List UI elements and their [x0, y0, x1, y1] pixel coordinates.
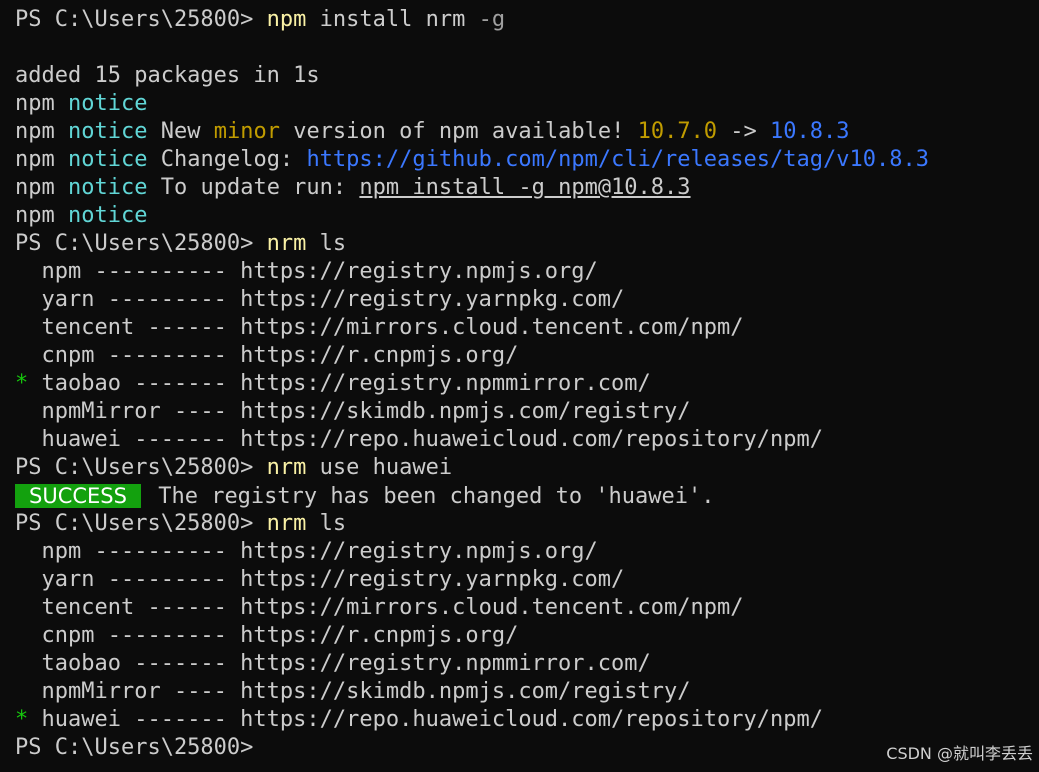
terminal-line-notice: npm notice — [15, 202, 1039, 230]
registry-entry: huawei ------- https://repo.huaweicloud.… — [28, 427, 823, 452]
current-marker — [15, 399, 28, 424]
current-marker — [15, 679, 28, 704]
terminal-line-success: SUCCESS The registry has been changed to… — [15, 482, 1039, 510]
notice-new-text: New — [147, 119, 214, 144]
terminal-output[interactable]: PS C:\Users\25800> npm install nrm -g ad… — [15, 6, 1039, 772]
current-marker — [15, 427, 28, 452]
registry-row: npm ---------- https://registry.npmjs.or… — [15, 538, 1039, 566]
current-marker — [15, 343, 28, 368]
npm-label: npm — [15, 119, 55, 144]
notice-label: notice — [68, 119, 148, 144]
current-marker — [15, 315, 28, 340]
current-marker: * — [15, 707, 29, 732]
update-label: To update run: — [147, 175, 360, 200]
current-marker — [15, 651, 28, 676]
registry-entry: cnpm --------- https://r.cnpmjs.org/ — [28, 343, 519, 368]
success-badge: SUCCESS — [15, 484, 141, 508]
registry-entry: tencent ------ https://mirrors.cloud.ten… — [28, 595, 744, 620]
npm-label: npm — [15, 175, 55, 200]
registry-row: npm ---------- https://registry.npmjs.or… — [15, 258, 1039, 286]
command-flag: -g — [465, 7, 506, 32]
new-version: 10.8.3 — [770, 119, 850, 144]
terminal-line-install: PS C:\Users\25800> npm install nrm -g — [15, 6, 1039, 34]
prompt: PS C:\Users\25800> — [15, 511, 254, 536]
command-args: ls — [306, 511, 347, 536]
registry-entry: huawei ------- https://repo.huaweicloud.… — [28, 707, 823, 732]
notice-label: notice — [68, 203, 148, 228]
prompt: PS C:\Users\25800> — [15, 735, 254, 760]
old-version: 10.7.0 — [637, 119, 718, 144]
registry-row: npmMirror ---- https://skimdb.npmjs.com/… — [15, 678, 1039, 706]
registry-entry: npmMirror ---- https://skimdb.npmjs.com/… — [28, 399, 691, 424]
registry-row: tencent ------ https://mirrors.cloud.ten… — [15, 314, 1039, 342]
current-marker — [15, 567, 28, 592]
registry-row: tencent ------ https://mirrors.cloud.ten… — [15, 594, 1039, 622]
terminal-line-nrm-ls: PS C:\Users\25800> nrm ls — [15, 510, 1039, 538]
npm-label: npm — [15, 203, 55, 228]
registry-row: yarn --------- https://registry.yarnpkg.… — [15, 286, 1039, 314]
registry-entry: yarn --------- https://registry.yarnpkg.… — [28, 287, 625, 312]
registry-entry: npmMirror ---- https://skimdb.npmjs.com/… — [28, 679, 691, 704]
current-marker — [15, 623, 28, 648]
registry-entry: tencent ------ https://mirrors.cloud.ten… — [28, 315, 744, 340]
registry-entry: taobao ------- https://registry.npmmirro… — [28, 651, 651, 676]
registry-entry: taobao ------- https://registry.npmmirro… — [28, 371, 651, 396]
notice-version-text: version of npm available! — [279, 119, 638, 144]
registry-row: cnpm --------- https://r.cnpmjs.org/ — [15, 622, 1039, 650]
notice-label: notice — [68, 147, 148, 172]
success-message: The registry has been changed to 'huawei… — [144, 484, 715, 509]
current-marker — [15, 259, 28, 284]
registry-row: cnpm --------- https://r.cnpmjs.org/ — [15, 342, 1039, 370]
prompt: PS C:\Users\25800> — [15, 455, 254, 480]
terminal-line-notice: npm notice — [15, 90, 1039, 118]
registry-row: huawei ------- https://repo.huaweicloud.… — [15, 426, 1039, 454]
terminal-line-added: added 15 packages in 1s — [15, 63, 320, 88]
current-marker — [15, 287, 28, 312]
current-marker — [15, 539, 28, 564]
registry-row: yarn --------- https://registry.yarnpkg.… — [15, 566, 1039, 594]
version-arrow: -> — [717, 119, 771, 144]
command-name: nrm — [266, 231, 307, 256]
terminal-line-nrm-ls: PS C:\Users\25800> nrm ls — [15, 230, 1039, 258]
npm-label: npm — [15, 147, 55, 172]
command-args: ls — [306, 231, 347, 256]
npm-label: npm — [15, 91, 55, 116]
registry-entry: npm ---------- https://registry.npmjs.or… — [28, 539, 598, 564]
terminal-line-notice-changelog: npm notice Changelog: https://github.com… — [15, 146, 1039, 174]
registry-row: * huawei ------- https://repo.huaweiclou… — [15, 706, 1039, 734]
registry-row: taobao ------- https://registry.npmmirro… — [15, 650, 1039, 678]
registry-row: * taobao ------- https://registry.npmmir… — [15, 370, 1039, 398]
current-marker — [15, 595, 28, 620]
command-name: npm — [266, 7, 307, 32]
command-args: use huawei — [306, 455, 453, 480]
update-command: npm install -g npm@10.8.3 — [359, 175, 691, 200]
registry-entry: cnpm --------- https://r.cnpmjs.org/ — [28, 623, 519, 648]
command-name: nrm — [266, 455, 307, 480]
registry-row: npmMirror ---- https://skimdb.npmjs.com/… — [15, 398, 1039, 426]
notice-label: notice — [68, 175, 148, 200]
terminal-line-notice-update: npm notice To update run: npm install -g… — [15, 174, 1039, 202]
command-name: nrm — [266, 511, 307, 536]
command-args: install nrm — [306, 7, 466, 32]
prompt: PS C:\Users\25800> — [15, 231, 254, 256]
prompt: PS C:\Users\25800> — [15, 7, 254, 32]
minor-label: minor — [213, 119, 280, 144]
registry-entry: npm ---------- https://registry.npmjs.or… — [28, 259, 598, 284]
registry-entry: yarn --------- https://registry.yarnpkg.… — [28, 567, 625, 592]
changelog-link[interactable]: https://github.com/npm/cli/releases/tag/… — [306, 147, 929, 172]
terminal-line-nrm-use: PS C:\Users\25800> nrm use huawei — [15, 454, 1039, 482]
watermark: CSDN @就叫李丢丢 — [886, 744, 1033, 763]
current-marker: * — [15, 371, 29, 396]
changelog-label: Changelog: — [147, 147, 307, 172]
notice-label: notice — [68, 91, 148, 116]
terminal-line-notice-version: npm notice New minor version of npm avai… — [15, 118, 1039, 146]
